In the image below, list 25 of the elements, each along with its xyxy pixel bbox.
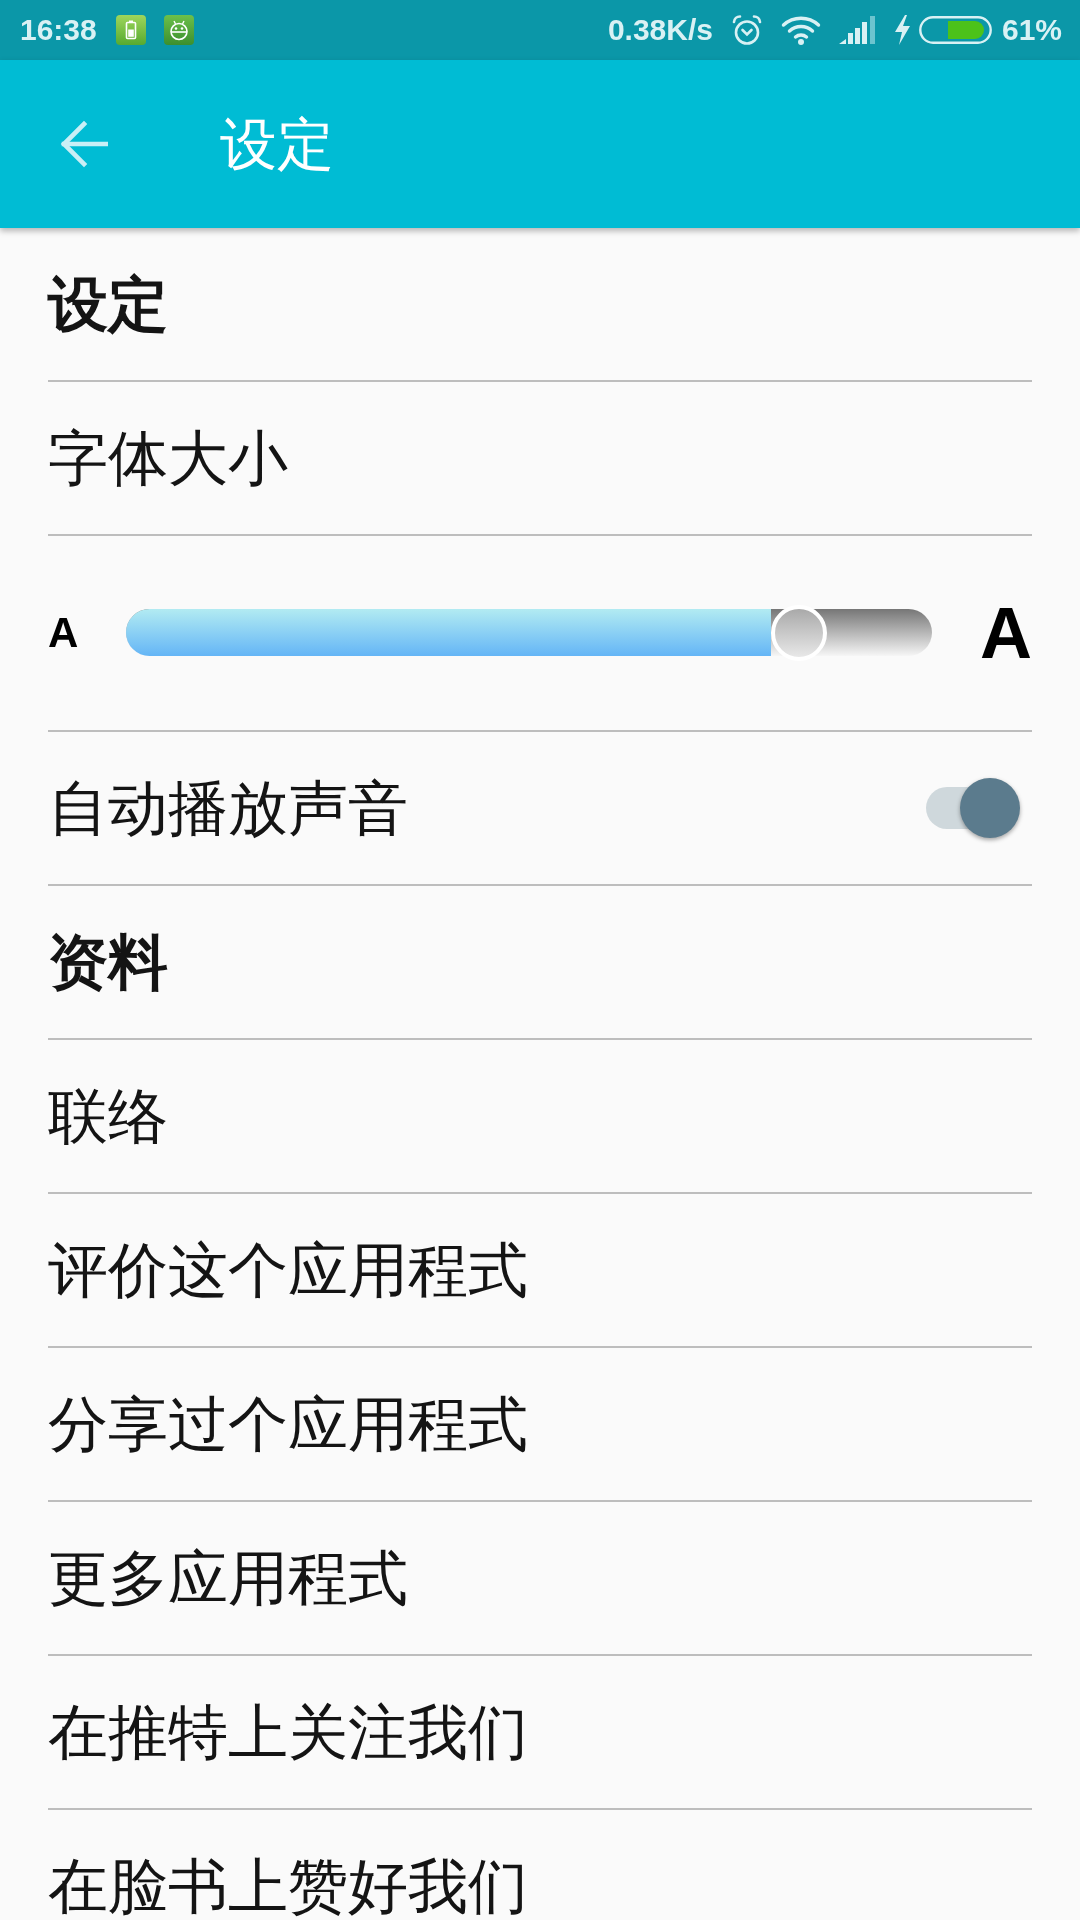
signal-icon	[838, 16, 877, 44]
network-speed: 0.38K/s	[607, 15, 713, 45]
battery-icon	[918, 16, 992, 44]
alarm-clock-icon	[730, 14, 763, 46]
settings-item[interactable]: 更多应用程式	[48, 1546, 408, 1610]
large-text-label: A	[980, 597, 1032, 669]
settings-item[interactable]: 联络	[48, 1084, 168, 1148]
app-bar-title: 设定	[220, 112, 334, 176]
settings-item[interactable]: 字体大小	[48, 426, 288, 490]
settings-item[interactable]: 在脸书上赞好我们	[48, 1854, 528, 1918]
wifi-icon	[780, 15, 821, 45]
section-header: 资料	[48, 930, 168, 994]
small-text-label: A	[48, 612, 79, 654]
status-time: 16:38	[20, 15, 97, 45]
font-size-slider[interactable]	[126, 604, 932, 662]
battery-tile-icon	[115, 15, 146, 45]
settings-item[interactable]: 在推特上关注我们	[48, 1700, 528, 1764]
charging-bolt-icon	[893, 15, 911, 45]
setting-label: 自动播放声音	[48, 776, 408, 840]
robot-tile-icon	[163, 15, 194, 45]
toggle-switch[interactable]	[926, 776, 1022, 840]
settings-item[interactable]: 分享过个应用程式	[48, 1392, 528, 1456]
section-header: 设定	[48, 272, 168, 336]
battery-percent: 61%	[1001, 15, 1062, 45]
settings-item[interactable]: 评价这个应用程式	[48, 1238, 528, 1302]
